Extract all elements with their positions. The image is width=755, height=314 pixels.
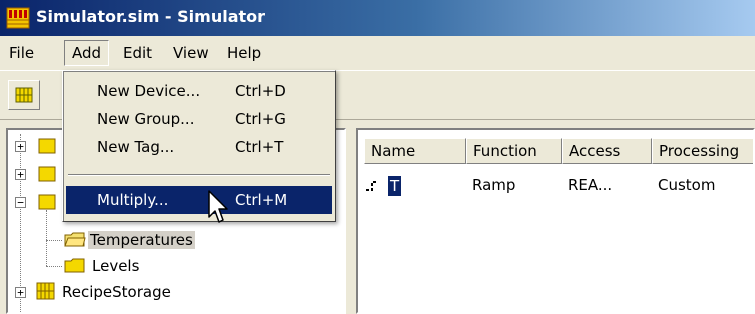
menu-item-new-device[interactable]: New Device... Ctrl+D — [66, 77, 332, 105]
menu-separator — [68, 174, 330, 176]
menu-item-label: New Tag... — [97, 138, 175, 156]
menu-item-label: New Group... — [97, 110, 195, 128]
collapse-toggle[interactable]: − — [15, 197, 26, 208]
window-title: Simulator.sim - Simulator — [36, 7, 266, 26]
menu-add[interactable]: Add — [64, 40, 110, 66]
mouse-pointer-icon — [208, 190, 228, 223]
column-header-function[interactable]: Function — [466, 138, 562, 164]
folder-icon — [64, 257, 85, 273]
column-header-processing[interactable]: Processing — [652, 138, 753, 164]
menu-item-multiply[interactable]: Multiply... Ctrl+M — [66, 186, 332, 214]
column-header-name[interactable]: Name — [364, 138, 466, 164]
tree-item-label: Levels — [92, 257, 140, 275]
folder-icon — [38, 138, 58, 154]
tree-item-label: RecipeStorage — [62, 283, 171, 301]
menu-help[interactable]: Help — [220, 40, 268, 66]
simulator-app-icon — [6, 7, 30, 29]
folder-icon — [64, 231, 86, 247]
tree-item-label: Temperatures — [88, 231, 195, 249]
tree-item-temperatures[interactable]: Temperatures — [88, 228, 195, 252]
tag-list[interactable]: Name Function Access Processing T Ramp R… — [356, 128, 755, 314]
tree-connector — [46, 210, 47, 266]
folder-icon — [38, 166, 58, 182]
menu-item-shortcut: Ctrl+D — [235, 82, 286, 100]
title-bar: Simulator.sim - Simulator — [0, 0, 755, 36]
tag-name-cell[interactable]: T — [386, 175, 403, 197]
menu-item-shortcut: Ctrl+T — [235, 138, 284, 156]
device-icon — [36, 282, 56, 300]
tag-function-cell: Ramp — [472, 176, 516, 194]
tree-connector — [46, 266, 62, 267]
menu-item-new-tag[interactable]: New Tag... Ctrl+T — [66, 133, 332, 161]
tree-item-levels[interactable]: Levels — [90, 254, 141, 278]
tag-icon — [366, 181, 378, 191]
menu-item-shortcut: Ctrl+G — [235, 110, 286, 128]
folder-icon — [38, 194, 58, 210]
menu-bar: File Add Edit View Help — [0, 36, 755, 70]
expand-toggle[interactable]: + — [15, 287, 26, 298]
new-device-button[interactable] — [8, 80, 40, 110]
menu-item-new-group[interactable]: New Group... Ctrl+G — [66, 105, 332, 133]
add-menu-dropdown: New Device... Ctrl+D New Group... Ctrl+G… — [62, 70, 336, 222]
menu-item-label: Multiply... — [97, 191, 169, 209]
column-header-access[interactable]: Access — [562, 138, 652, 164]
menu-file[interactable]: File — [2, 40, 41, 66]
expand-toggle[interactable]: + — [15, 169, 26, 180]
expand-toggle[interactable]: + — [15, 141, 26, 152]
tree-connector — [46, 240, 62, 241]
menu-edit[interactable]: Edit — [116, 40, 159, 66]
menu-item-shortcut: Ctrl+M — [235, 191, 288, 209]
menu-view[interactable]: View — [166, 40, 216, 66]
menu-item-label: New Device... — [97, 82, 201, 100]
new-device-icon — [15, 87, 33, 103]
tag-processing-cell: Custom — [658, 176, 716, 194]
tree-item-recipestorage[interactable]: RecipeStorage — [60, 280, 173, 304]
tag-access-cell: REA... — [568, 176, 613, 194]
